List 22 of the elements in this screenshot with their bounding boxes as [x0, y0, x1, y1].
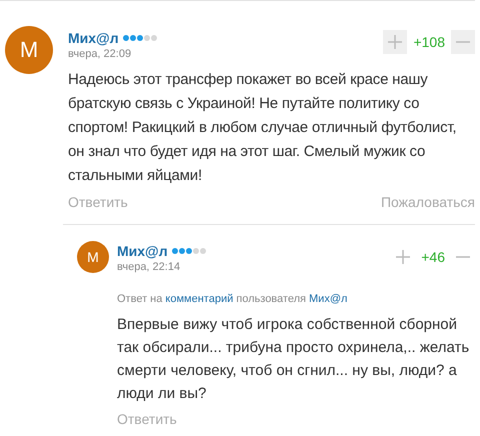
- timestamp: вчера, 22:09: [68, 48, 132, 60]
- upvote-button[interactable]: [383, 30, 408, 54]
- avatar[interactable]: M: [5, 26, 53, 74]
- reply-link[interactable]: Ответить: [68, 194, 128, 210]
- vote-score: +108: [412, 34, 446, 50]
- reply-to-note: Ответ на комментарий пользователя Мих@л: [117, 293, 348, 305]
- avatar[interactable]: M: [77, 241, 109, 273]
- author-name[interactable]: Мих@л: [68, 30, 119, 46]
- plus-icon: [395, 249, 412, 265]
- minus-icon: [455, 256, 471, 258]
- comment-text: Надеюсь этот трансфер покажет во всей красе нашу братскую связь с Украиной! Не путайте политику со спортом! Ракицкий в любом случае отличный футболист, он знал что будет идя на этот шаг. Смелый мужик со стальными яйцами!: [68, 70, 458, 186]
- plus-icon: [387, 34, 404, 50]
- timestamp: вчера, 22:14: [117, 261, 182, 273]
- author-name[interactable]: Мих@л: [117, 243, 168, 259]
- downvote-button[interactable]: [451, 30, 475, 54]
- minus-icon: [455, 41, 471, 43]
- reply-link[interactable]: Ответить: [117, 411, 177, 427]
- user-link[interactable]: Мих@л: [309, 293, 348, 305]
- report-link[interactable]: Пожаловаться: [380, 194, 475, 210]
- vote-score: +46: [420, 249, 446, 265]
- comment-text: Впервые вижу чтоб игрока собственной сборной так обсирали... трибуна просто охринела,.. желать смерти человеку, чтоб он сгнил... ну вы, люди? а люди ли вы?: [117, 315, 470, 404]
- comment-link[interactable]: комментарий: [165, 293, 234, 305]
